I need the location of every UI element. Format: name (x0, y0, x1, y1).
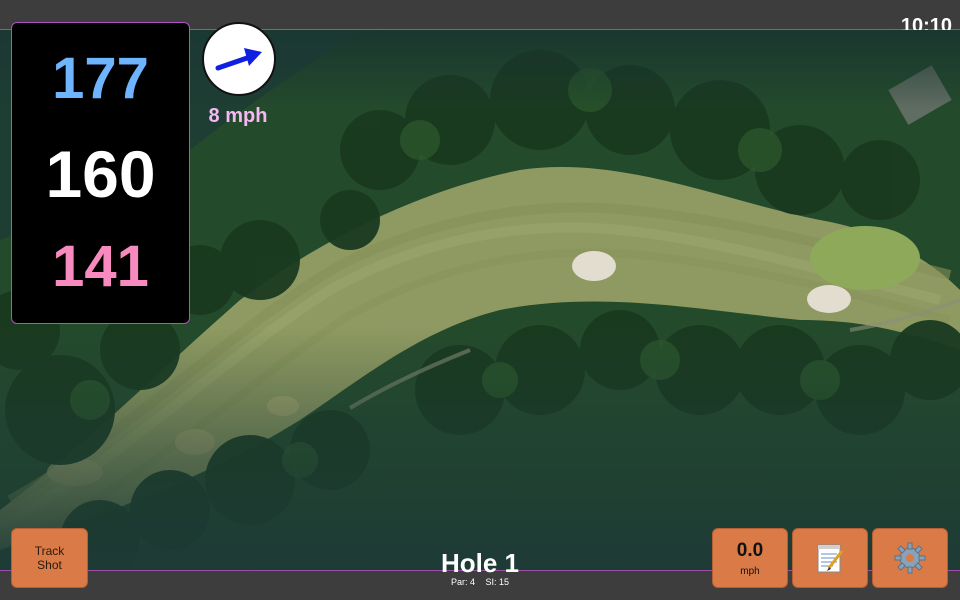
track-shot-label-line1: Track (34, 544, 65, 558)
hole-meta: Par: 4 SI: 15 (380, 577, 580, 587)
par-label: Par: 4 (450, 577, 475, 587)
stroke-index-label: SI: 15 (485, 577, 510, 587)
distance-front: 141 (52, 234, 149, 299)
notes-button[interactable] (792, 528, 868, 588)
speed-unit: mph (740, 565, 760, 577)
wind-indicator (202, 22, 276, 96)
wind-arrow-icon (215, 48, 262, 71)
hole-title: Hole 1 (440, 548, 520, 578)
distance-back: 177 (52, 46, 149, 111)
speed-value: 0.0 (736, 539, 764, 561)
notepad-icon (817, 544, 844, 573)
track-shot-button[interactable]: Track Shot (11, 528, 88, 588)
distance-middle: 160 (45, 137, 156, 211)
track-shot-label-line2: Shot (37, 558, 62, 572)
settings-button[interactable] (872, 528, 948, 588)
distance-panel: 177 160 141 (11, 22, 190, 324)
speed-button[interactable]: 0.0 mph (712, 528, 788, 588)
wind-speed-label: 8 mph (208, 105, 268, 127)
golf-gps-screen: 10:10 177 160 141 8 mph Track Shot Hole … (0, 0, 960, 600)
gear-icon (894, 542, 926, 574)
